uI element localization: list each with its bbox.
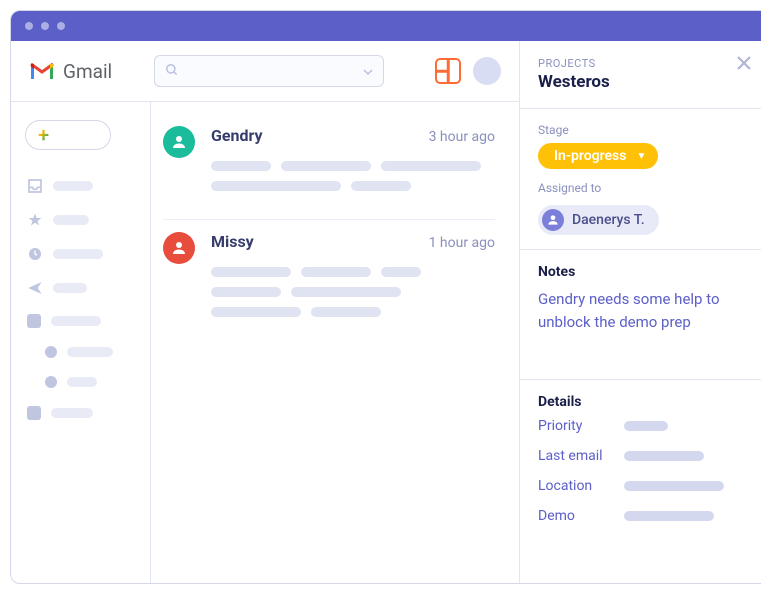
email-row[interactable]: Gendry 3 hour ago xyxy=(163,114,495,220)
assignee-name: Daenerys T. xyxy=(572,212,645,228)
panel-details: Details Priority Last email Location Dem… xyxy=(520,380,761,552)
assignee-chip[interactable]: Daenerys T. xyxy=(538,205,659,235)
dot-icon xyxy=(45,376,57,388)
brand: Gmail xyxy=(29,60,112,83)
sender-name: Missy xyxy=(211,232,254,251)
detail-value xyxy=(624,511,714,521)
side-panel: PROJECTS Westeros Stage In-progress ▼ As… xyxy=(520,41,761,583)
detail-row: Location xyxy=(538,478,752,494)
detail-row: Last email xyxy=(538,448,752,464)
search-input[interactable] xyxy=(154,55,384,87)
email-content: Gendry 3 hour ago xyxy=(211,126,495,191)
square-icon xyxy=(27,406,41,420)
email-preview xyxy=(211,267,495,317)
panel-notes: Notes Gendry needs some help to unblock … xyxy=(520,250,761,380)
sidebar-item-category[interactable] xyxy=(25,308,136,334)
topbar-actions xyxy=(435,57,501,85)
stage-label: Stage xyxy=(538,123,752,137)
detail-label: Demo xyxy=(538,508,610,524)
sidebar: + xyxy=(11,102,151,583)
sidebar-item-label xyxy=(53,283,87,293)
chevron-down-icon: ▼ xyxy=(636,151,646,162)
clock-icon xyxy=(27,246,43,262)
user-avatar[interactable] xyxy=(473,57,501,85)
notes-text[interactable]: Gendry needs some help to unblock the de… xyxy=(538,288,752,333)
sender-avatar-icon xyxy=(163,232,195,264)
plus-icon: + xyxy=(38,123,49,147)
stage-value: In-progress xyxy=(554,148,626,164)
sender-avatar-icon xyxy=(163,126,195,158)
app-window: Gmail + xyxy=(10,10,761,584)
email-content: Missy 1 hour ago xyxy=(211,232,495,317)
sidebar-item-label xyxy=(67,347,113,357)
detail-value xyxy=(624,481,724,491)
assigned-label: Assigned to xyxy=(538,181,752,195)
search-icon xyxy=(165,62,179,81)
panel-header: PROJECTS Westeros xyxy=(520,41,761,109)
inbox-icon xyxy=(27,178,43,194)
sidebar-item-label xyxy=(53,249,103,259)
panel-section-label: PROJECTS xyxy=(538,57,752,70)
sidebar-item-sent[interactable] xyxy=(25,274,136,302)
content-area: + xyxy=(11,102,519,583)
sidebar-item-inbox[interactable] xyxy=(25,172,136,200)
window-dot[interactable] xyxy=(57,22,65,30)
detail-value xyxy=(624,421,668,431)
person-icon xyxy=(542,209,564,231)
panel-title: Westeros xyxy=(538,72,752,92)
sender-name: Gendry xyxy=(211,126,263,145)
brand-text: Gmail xyxy=(63,60,112,83)
sidebar-item-sub[interactable] xyxy=(25,340,136,364)
sidebar-item-category[interactable] xyxy=(25,400,136,426)
email-time: 1 hour ago xyxy=(429,235,495,251)
topbar: Gmail xyxy=(11,41,519,102)
details-label: Details xyxy=(538,394,752,410)
square-icon xyxy=(27,314,41,328)
chevron-down-icon xyxy=(363,62,373,81)
notes-label: Notes xyxy=(538,264,752,280)
gmail-logo-icon xyxy=(29,61,55,81)
sidebar-item-snoozed[interactable] xyxy=(25,240,136,268)
email-row[interactable]: Missy 1 hour ago xyxy=(163,220,495,345)
email-preview xyxy=(211,161,495,191)
detail-label: Location xyxy=(538,478,610,494)
close-icon[interactable] xyxy=(736,55,754,73)
sidebar-item-label xyxy=(53,181,93,191)
email-list: Gendry 3 hour ago xyxy=(151,102,519,583)
window-dot[interactable] xyxy=(25,22,33,30)
stage-dropdown[interactable]: In-progress ▼ xyxy=(538,143,658,169)
compose-button[interactable]: + xyxy=(25,120,111,150)
app-body: Gmail + xyxy=(11,41,761,583)
sidebar-item-starred[interactable] xyxy=(25,206,136,234)
title-bar xyxy=(11,11,761,41)
dot-icon xyxy=(45,346,57,358)
send-icon xyxy=(27,280,43,296)
sidebar-item-label xyxy=(51,408,93,418)
sidebar-item-sub[interactable] xyxy=(25,370,136,394)
main-area: Gmail + xyxy=(11,41,520,583)
email-time: 3 hour ago xyxy=(429,129,495,145)
detail-value xyxy=(624,451,704,461)
window-dot[interactable] xyxy=(41,22,49,30)
detail-label: Priority xyxy=(538,418,610,434)
star-icon xyxy=(27,212,43,228)
sidebar-item-label xyxy=(67,377,97,387)
sidebar-item-label xyxy=(51,316,101,326)
detail-row: Priority xyxy=(538,418,752,434)
sidebar-item-label xyxy=(53,215,89,225)
detail-row: Demo xyxy=(538,508,752,524)
dashboard-icon[interactable] xyxy=(435,58,461,84)
detail-label: Last email xyxy=(538,448,610,464)
panel-meta: Stage In-progress ▼ Assigned to Daenerys… xyxy=(520,109,761,250)
